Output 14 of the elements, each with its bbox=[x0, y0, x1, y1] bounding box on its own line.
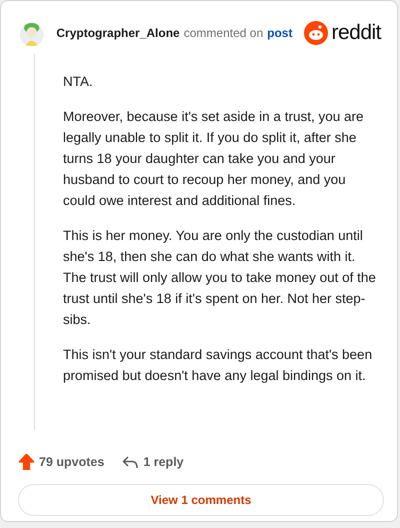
comment-paragraph: This isn't your standard savings account that's been promised but doesn't have any legal bindings on it. bbox=[63, 346, 374, 385]
reply-count: 1 reply bbox=[143, 455, 184, 469]
action-text: commented on bbox=[184, 26, 264, 40]
comment-paragraph: Moreover, because it's set aside in a trust, you are legally unable to split it. If you do split it, after she turns 18 your daughter can take you and your husband to court to recoup her money, and you could owe interest and additional fines. bbox=[63, 108, 364, 210]
view-comments-button[interactable]: View 1 comments bbox=[18, 484, 384, 516]
upvote-icon[interactable] bbox=[19, 454, 34, 470]
brand-wordmark: reddit bbox=[331, 21, 381, 45]
comment-paragraph: This is her money. You are only the custodian until she's 18, then she can do what she wants with it. The trust will only allow you to take money out of the trust until she's 18 if it's spent on her. Not her step-sibs. bbox=[63, 227, 377, 329]
username[interactable]: Cryptographer_Alone bbox=[56, 26, 180, 40]
upvote-count: 79 upvotes bbox=[39, 455, 104, 469]
reply-icon[interactable] bbox=[122, 455, 138, 469]
post-link[interactable]: post bbox=[267, 26, 292, 40]
comment-paragraph: NTA. bbox=[63, 73, 94, 91]
mascot-logo-icon bbox=[304, 21, 328, 45]
